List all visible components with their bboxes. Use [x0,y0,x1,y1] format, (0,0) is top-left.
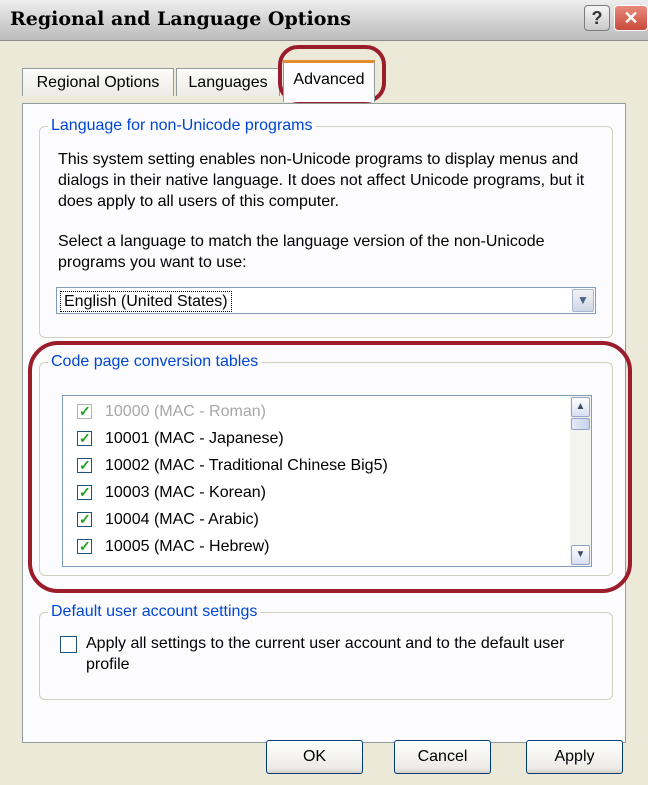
language-select[interactable]: English (United States) ▼ [56,287,596,314]
checkbox[interactable]: ✓ [77,538,92,554]
check-icon: ✓ [79,484,91,500]
apply-default-checkbox-label[interactable]: Apply all settings to the current user a… [86,633,586,675]
language-group-title: Language for non-Unicode programs [48,116,316,136]
checkbox[interactable]: ✓ [77,457,92,473]
tab-panel-advanced: Language for non-Unicode programs This s… [22,103,626,743]
tab-advanced[interactable]: Advanced [283,60,375,102]
list-item-label: 10003 (MAC - Korean) [105,484,266,501]
check-icon: ✓ [79,538,91,554]
language-group: Language for non-Unicode programs This s… [39,116,613,338]
list-item-label: 10001 (MAC - Japanese) [105,430,284,447]
checkbox[interactable]: ✓ [77,430,92,446]
scroll-thumb[interactable] [571,418,590,430]
cancel-button[interactable]: Cancel [394,740,491,774]
language-select-label: Select a language to match the language … [58,233,545,271]
code-page-group-title: Code page conversion tables [48,352,262,372]
scroll-down-icon[interactable]: ▼ [571,545,590,565]
list-item-label: 10002 (MAC - Traditional Chinese Big5) [105,457,388,474]
vertical-scrollbar[interactable]: ▲ ▼ [570,396,591,566]
help-button[interactable]: ? [584,5,610,31]
default-user-group: Default user account settings Apply all … [39,602,613,700]
list-item-label: 10005 (MAC - Hebrew) [105,538,270,555]
checkbox: ✓ [77,403,92,419]
check-icon: ✓ [79,511,91,527]
tab-languages[interactable]: Languages [176,68,280,96]
window-title: Regional and Language Options [10,8,351,30]
list-item-label: 10004 (MAC - Arabic) [105,511,259,528]
apply-button[interactable]: Apply [526,740,623,774]
ok-button[interactable]: OK [266,740,363,774]
scroll-up-icon[interactable]: ▲ [571,397,590,417]
tab-regional-options[interactable]: Regional Options [22,68,174,96]
code-page-group: Code page conversion tables ✓ 10000 (MAC… [39,352,613,576]
default-user-group-title: Default user account settings [48,602,261,622]
tab-strip: Regional Options Languages Advanced [0,48,648,104]
close-button[interactable]: ✕ [614,5,648,31]
checkbox[interactable]: ✓ [77,484,92,500]
chevron-down-icon[interactable]: ▼ [572,289,594,312]
check-icon: ✓ [79,430,91,446]
checkbox[interactable]: ✓ [77,511,92,527]
code-page-list[interactable]: ✓ 10000 (MAC - Roman) ✓ 10001 (MAC - Jap… [62,395,592,567]
check-icon: ✓ [79,457,91,473]
dialog-window: Regional and Language Options ? ✕ Region… [0,0,648,785]
list-item-label: 10000 (MAC - Roman) [105,403,266,420]
language-description: This system setting enables non-Unicode … [58,151,585,210]
check-icon: ✓ [79,403,91,419]
title-bar[interactable]: Regional and Language Options ? ✕ [0,0,648,41]
apply-default-checkbox[interactable] [60,636,77,653]
language-select-value: English (United States) [60,291,232,312]
